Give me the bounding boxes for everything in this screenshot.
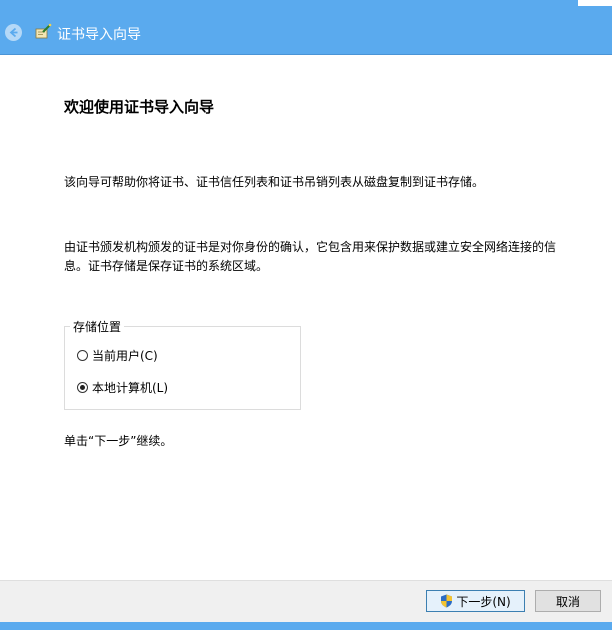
next-button-label: 下一步(N) bbox=[456, 594, 511, 609]
radio-current-user-label[interactable]: 当前用户(C) bbox=[92, 347, 158, 364]
back-arrow-icon bbox=[9, 27, 18, 38]
intro-paragraph: 该向导可帮助你将证书、证书信任列表和证书吊销列表从磁盘复制到证书存储。 bbox=[64, 175, 485, 189]
radio-local-machine[interactable]: 本地计算机(L) bbox=[77, 379, 168, 396]
uac-shield-icon bbox=[441, 594, 453, 608]
continue-hint: 单击“下一步”继续。 bbox=[64, 434, 173, 448]
window-title: 证书导入向导 bbox=[57, 27, 141, 43]
window-bottom-border bbox=[0, 622, 612, 630]
page-heading: 欢迎使用证书导入向导 bbox=[64, 98, 215, 116]
window-corner bbox=[578, 0, 612, 6]
description-paragraph: 由证书颁发机构颁发的证书是对你身份的确认，它包含用来保护数据或建立安全网络连接的… bbox=[64, 240, 557, 273]
back-button[interactable] bbox=[5, 24, 22, 41]
next-button[interactable]: 下一步(N) bbox=[426, 590, 525, 612]
radio-local-machine-circle[interactable] bbox=[77, 382, 88, 393]
store-location-group bbox=[64, 326, 301, 410]
certificate-wizard-icon bbox=[35, 23, 52, 39]
radio-current-user-circle[interactable] bbox=[77, 350, 88, 361]
cancel-button[interactable]: 取消 bbox=[535, 590, 601, 612]
radio-current-user[interactable]: 当前用户(C) bbox=[77, 347, 158, 364]
radio-local-machine-label[interactable]: 本地计算机(L) bbox=[92, 379, 168, 396]
cancel-button-label: 取消 bbox=[555, 594, 580, 609]
title-bar: 证书导入向导 bbox=[0, 0, 612, 55]
store-location-legend: 存储位置 bbox=[70, 318, 125, 335]
